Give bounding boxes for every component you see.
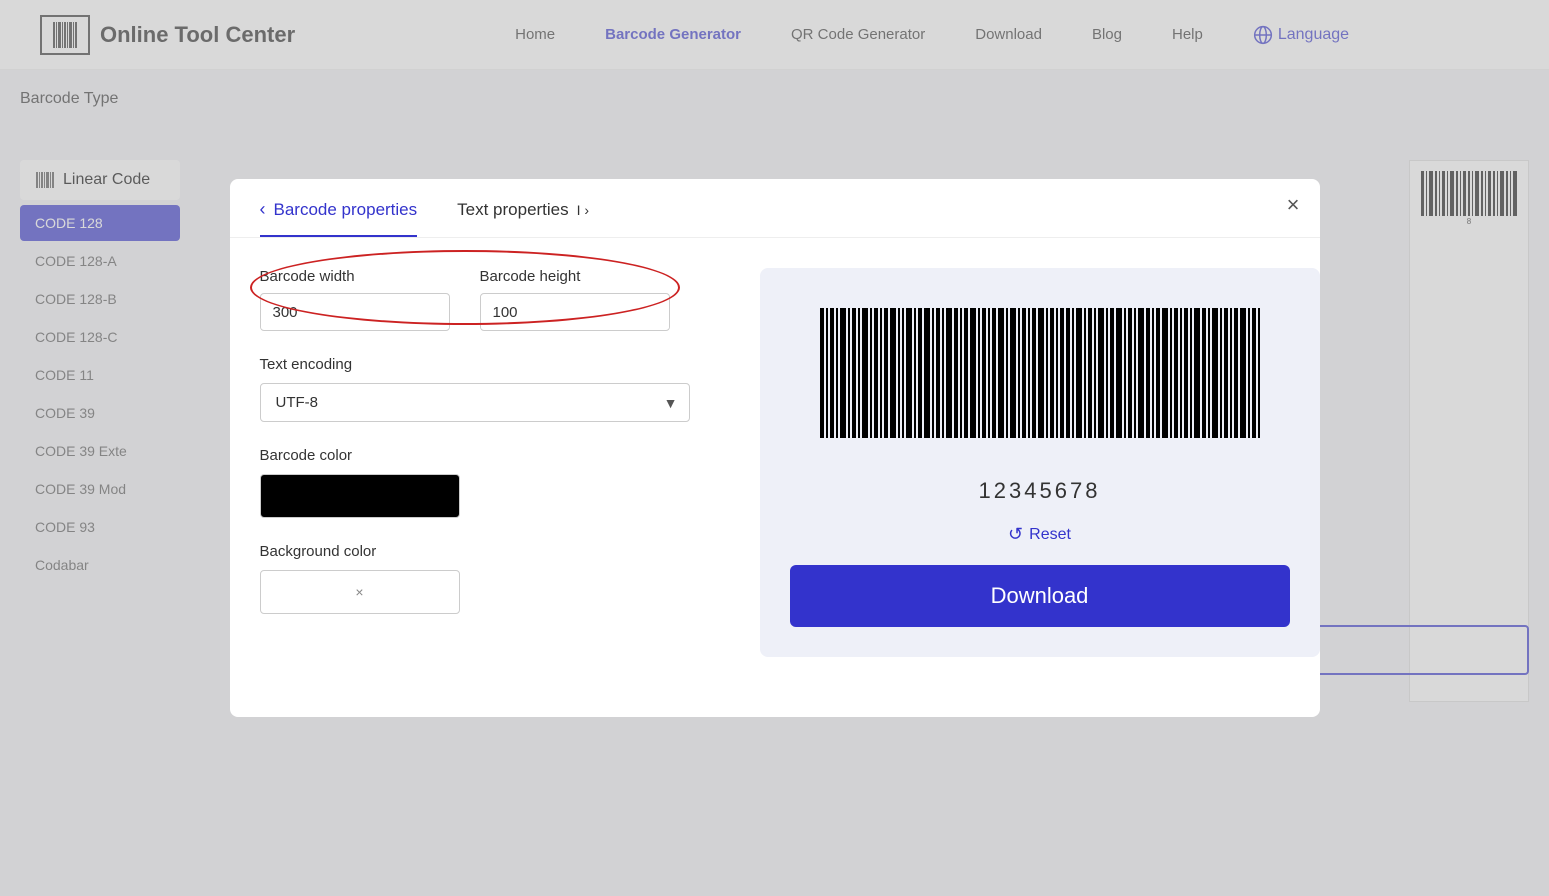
download-button[interactable]: Download (790, 565, 1290, 627)
modal-header: ‹ Barcode properties Text properties I ›… (230, 179, 1320, 238)
background-color-section: Background color × (260, 543, 720, 614)
modal: ‹ Barcode properties Text properties I ›… (230, 179, 1320, 717)
tab-barcode-properties[interactable]: ‹ Barcode properties (260, 199, 418, 237)
barcode-color-swatch[interactable] (260, 474, 460, 518)
close-button[interactable]: × (1287, 194, 1300, 216)
chevron-left-icon: ‹ (260, 199, 266, 220)
barcode-height-input[interactable] (481, 296, 670, 329)
barcode-height-group: Barcode height ▲ ▼ (480, 268, 670, 331)
barcode-color-label: Barcode color (260, 447, 720, 464)
background-color-label: Background color (260, 543, 720, 560)
cursor-icon: I › (577, 202, 589, 218)
clear-color-icon[interactable]: × (355, 584, 363, 600)
barcode-width-group: Barcode width ▲ ▼ (260, 268, 450, 331)
modal-body: Barcode width ▲ ▼ Barcode height (230, 238, 1320, 687)
barcode-height-input-wrapper: ▲ ▼ (480, 293, 670, 331)
tab-text-properties[interactable]: Text properties I › (457, 200, 589, 237)
barcode-width-input-wrapper: ▲ ▼ (260, 293, 450, 331)
left-panel: Barcode width ▲ ▼ Barcode height (260, 268, 720, 657)
reset-button[interactable]: ↺ Reset (1008, 524, 1071, 545)
tab-barcode-properties-label: Barcode properties (274, 200, 418, 220)
dimensions-row: Barcode width ▲ ▼ Barcode height (260, 268, 720, 331)
barcode-color-section: Barcode color (260, 447, 720, 518)
barcode-number: 12345678 (979, 478, 1101, 504)
barcode-height-label: Barcode height (480, 268, 670, 285)
reset-label: Reset (1029, 526, 1071, 544)
encoding-select[interactable]: UTF-8 ASCII ISO-8859-1 (260, 383, 690, 422)
background-color-swatch[interactable]: × (260, 570, 460, 614)
encoding-select-wrapper: UTF-8 ASCII ISO-8859-1 ▼ (260, 383, 690, 422)
encoding-section: Text encoding UTF-8 ASCII ISO-8859-1 ▼ (260, 356, 720, 422)
tab-text-properties-label: Text properties (457, 200, 569, 220)
barcode-preview: 12345678 (810, 298, 1270, 504)
modal-tabs: ‹ Barcode properties Text properties I › (260, 199, 590, 237)
right-panel: 12345678 ↺ Reset Download (760, 268, 1320, 657)
barcode-image (810, 298, 1270, 468)
barcode-width-input[interactable] (261, 296, 450, 329)
reset-icon: ↺ (1008, 524, 1023, 545)
text-encoding-label: Text encoding (260, 356, 720, 373)
barcode-width-label: Barcode width (260, 268, 450, 285)
